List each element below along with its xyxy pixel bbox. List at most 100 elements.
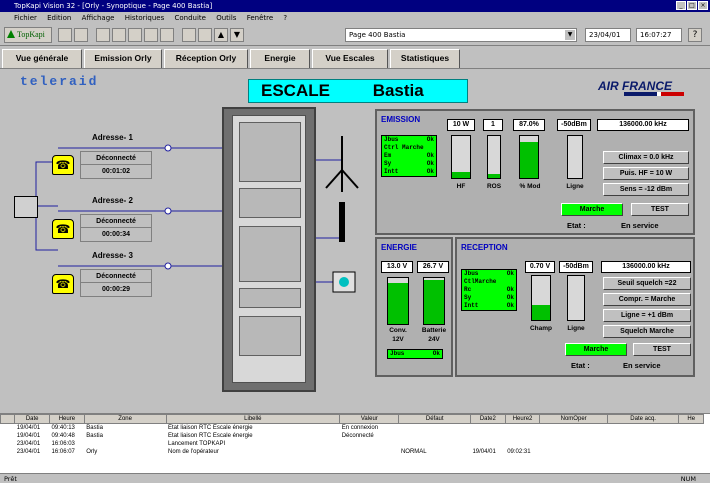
tab-vue-escales[interactable]: Vue Escales xyxy=(312,49,388,68)
emission-sens-info: Sens = -12 dBm xyxy=(603,183,689,196)
table-cell xyxy=(1,448,15,456)
reception-champ-bar-fill xyxy=(532,304,550,320)
print-icon[interactable] xyxy=(96,28,110,42)
column-header[interactable]: He xyxy=(678,414,704,424)
reception-marche-button[interactable]: Marche xyxy=(565,343,627,356)
emission-hf-bar-fill xyxy=(452,171,470,178)
energie-batt-label: Batterie xyxy=(421,327,447,334)
column-header[interactable]: Date2 xyxy=(469,414,506,424)
page-select[interactable]: Page 400 Bastia ▼ xyxy=(345,28,577,42)
down-arrow-icon[interactable]: ▼ xyxy=(230,28,244,42)
reception-ligne-bar xyxy=(567,275,585,321)
tab-emission-orly[interactable]: Emission Orly xyxy=(84,49,162,68)
tools-icon[interactable] xyxy=(74,28,88,42)
tab-statistiques[interactable]: Statistiques xyxy=(390,49,460,68)
menu-conduite[interactable]: Conduite xyxy=(175,14,206,22)
reception-lcd-row: Intt Ok xyxy=(462,302,516,310)
menu-help[interactable]: ? xyxy=(283,14,287,22)
table-row[interactable]: 23/04/01 16:06:03 Lancement TOPKAPI xyxy=(1,440,704,448)
table-cell xyxy=(1,440,15,448)
chevron-down-icon[interactable]: ▼ xyxy=(565,30,575,40)
table-cell: NORMAL xyxy=(400,449,427,455)
emission-marche-button[interactable]: Marche xyxy=(561,203,623,216)
reception-lcd-key: Jbus xyxy=(464,270,479,277)
addr3-node xyxy=(164,262,172,270)
telephone-exchange-icon xyxy=(14,196,38,218)
emission-test-button[interactable]: TEST xyxy=(631,203,689,216)
reception-lcd-row: Sy Ok xyxy=(462,294,516,302)
column-header[interactable]: Valeur xyxy=(339,414,400,424)
emission-mod-value: 87.0% xyxy=(513,119,545,131)
table-cell xyxy=(679,448,704,456)
column-header[interactable]: Zone xyxy=(83,414,167,424)
emission-lcd-key: Sy xyxy=(384,160,392,167)
line-1-time: 00:01:02 xyxy=(101,168,131,175)
rack-modem xyxy=(239,288,301,308)
reception-squelch-threshold: Seuil squelch =22 xyxy=(603,277,691,290)
menu-outils[interactable]: Outils xyxy=(216,14,236,22)
help-icon[interactable]: ? xyxy=(688,28,702,42)
table-cell xyxy=(1,424,15,433)
column-header[interactable]: Date acq. xyxy=(606,414,680,424)
tab-vue-generale[interactable]: Vue générale xyxy=(2,49,82,68)
pen-icon[interactable] xyxy=(144,28,158,42)
table-row[interactable]: 19/04/01 09:40:48 Bastia Etat liaison RTC E… xyxy=(1,432,704,440)
emission-lcd-key: Jbus xyxy=(384,136,399,143)
maximize-icon[interactable]: □ xyxy=(687,1,697,10)
reception-lcd-key: Rc xyxy=(464,286,472,293)
menu-fichier[interactable]: Fichier xyxy=(14,14,37,22)
emission-lcd-row: Em Ok xyxy=(382,152,436,160)
column-header[interactable]: Heure xyxy=(49,414,85,424)
chart-icon[interactable] xyxy=(112,28,126,42)
emission-hf-label: HF xyxy=(456,183,466,190)
save-icon[interactable] xyxy=(58,28,72,42)
reception-squelch-state: Squelch Marche xyxy=(603,325,691,338)
menu-historiques[interactable]: Historiques xyxy=(125,14,165,22)
reception-lcd-row: Rc Ok xyxy=(462,286,516,294)
grid-icon[interactable] xyxy=(198,28,212,42)
energie-lcd-row: Jbus Ok xyxy=(388,350,442,358)
line-3-state: Déconnecté xyxy=(81,270,151,283)
reception-test-button[interactable]: TEST xyxy=(633,343,691,356)
equipment-cabinet xyxy=(222,107,316,392)
table-cell: Déconnecté xyxy=(341,433,374,439)
table-cell xyxy=(505,432,540,440)
reception-lcd-row: CtlMarche xyxy=(462,278,516,286)
window-title: TopKapi Vision 32 - [Orly - Synoptique -… xyxy=(14,2,213,10)
column-header[interactable]: Défaut xyxy=(398,414,471,424)
energie-batt-bar xyxy=(423,277,445,325)
menu-edition[interactable]: Edition xyxy=(47,14,71,22)
window-controls: _ □ × xyxy=(676,1,708,10)
table-cell xyxy=(505,424,540,433)
close-icon[interactable]: × xyxy=(698,1,708,10)
up-arrow-icon[interactable]: ▲ xyxy=(214,28,228,42)
table-cell xyxy=(1,432,15,440)
table-cell: 09:40:13 xyxy=(51,425,75,431)
rack-controller xyxy=(239,226,301,282)
graph-icon[interactable] xyxy=(182,28,196,42)
energie-conv-bar xyxy=(387,277,409,325)
column-header[interactable]: Date xyxy=(14,414,51,424)
reception-lcd-key: CtlMarche xyxy=(464,278,497,285)
column-header[interactable] xyxy=(0,414,16,424)
table-cell: 23/04/01 xyxy=(16,449,41,455)
reception-lcd-val: Ok xyxy=(506,270,514,277)
column-header[interactable]: Heure2 xyxy=(504,414,541,424)
alarm-icon[interactable] xyxy=(128,28,142,42)
menu-fenetre[interactable]: Fenêtre xyxy=(247,14,273,22)
event-log: Date Heure Zone Libellé Valeur Défaut Da… xyxy=(0,413,710,473)
menu-affichage[interactable]: Affichage xyxy=(82,14,115,22)
table-row[interactable]: 19/04/01 09:40:13 Bastia Etat liaison RTC E… xyxy=(1,424,704,433)
emission-lcd-key: Intt xyxy=(384,168,399,175)
tab-reception-orly[interactable]: Réception Orly xyxy=(164,49,248,68)
tab-energie[interactable]: Energie xyxy=(250,49,310,68)
minimize-icon[interactable]: _ xyxy=(676,1,686,10)
column-header[interactable]: Libellé xyxy=(165,414,341,424)
emission-lcd-row: Sy Ok xyxy=(382,160,436,168)
window-icon[interactable] xyxy=(160,28,174,42)
table-cell xyxy=(399,424,471,433)
addr2-node xyxy=(164,207,172,215)
column-header[interactable]: NomOper xyxy=(539,414,608,424)
table-row[interactable]: 23/04/01 16:06:07 Orly Nom de l'opérateur NO… xyxy=(1,448,704,456)
reception-lcd-val: Ok xyxy=(506,294,514,301)
